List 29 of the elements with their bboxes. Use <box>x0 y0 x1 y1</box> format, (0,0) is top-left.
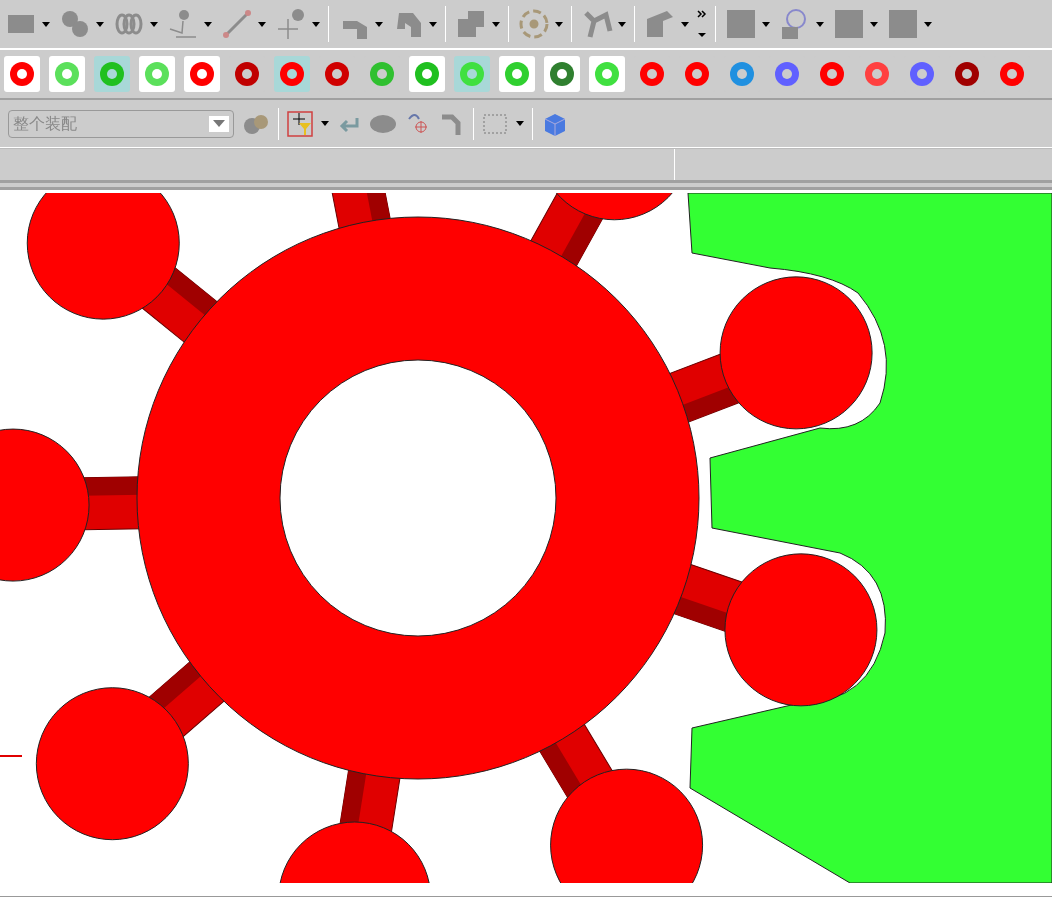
caret-icon[interactable] <box>204 21 212 27</box>
caret-icon[interactable] <box>150 21 158 27</box>
3d-viewport[interactable] <box>0 193 1052 897</box>
caret-icon[interactable] <box>924 21 932 27</box>
gear-tool-icon[interactable] <box>544 56 580 92</box>
gear-tool-icon[interactable] <box>4 56 40 92</box>
selection-filter-value: 整个装配 <box>13 113 77 134</box>
caret-icon[interactable] <box>375 21 383 27</box>
caret-icon[interactable] <box>321 121 329 126</box>
selection-box-icon[interactable] <box>482 112 508 135</box>
gear-tool-icon[interactable] <box>184 56 220 92</box>
caret-icon[interactable] <box>618 21 626 27</box>
caret-icon[interactable] <box>258 21 266 27</box>
caret-icon[interactable] <box>555 21 563 27</box>
caret-icon[interactable] <box>429 21 437 27</box>
caret-icon[interactable] <box>516 121 524 126</box>
caret-icon[interactable] <box>870 21 878 27</box>
caret-icon[interactable] <box>816 21 824 27</box>
caret-icon[interactable] <box>42 21 50 27</box>
caret-icon[interactable] <box>762 21 770 27</box>
axis-marker-icon <box>0 755 23 757</box>
caret-icon[interactable] <box>681 21 689 27</box>
caret-icon[interactable] <box>312 21 320 27</box>
blob-tool-icon[interactable] <box>369 113 397 134</box>
caret-icon[interactable] <box>492 21 500 27</box>
gear-tool-icon[interactable] <box>274 56 310 92</box>
filter-tool-icon[interactable] <box>287 110 313 137</box>
caret-icon[interactable] <box>96 21 104 27</box>
gear-tool-icon[interactable] <box>409 56 445 92</box>
